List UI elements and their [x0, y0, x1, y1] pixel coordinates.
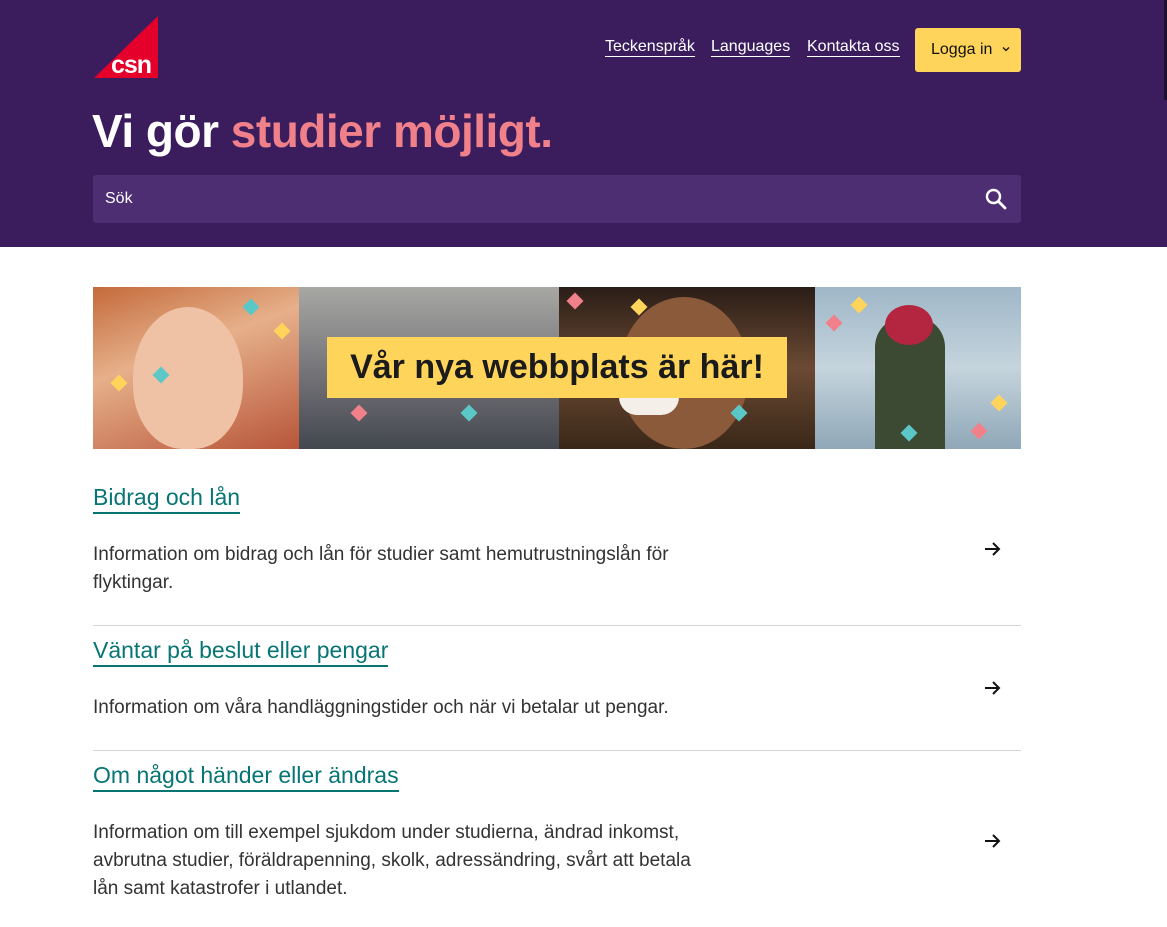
item-title-link[interactable]: Om något händer eller ändras: [93, 761, 399, 792]
headline-white: Vi gör: [92, 105, 231, 157]
item-title-link[interactable]: Väntar på beslut eller pengar: [93, 636, 389, 667]
search-input[interactable]: [93, 175, 973, 223]
banner-photo-4: [815, 287, 1021, 449]
nav-link-teckensprak[interactable]: Teckenspråk: [605, 38, 695, 57]
login-label: Logga in: [931, 41, 993, 58]
item-description: Information om bidrag och lån för studie…: [93, 544, 669, 593]
arrow-right-icon: [985, 834, 1001, 848]
banner-face-1: [133, 307, 243, 449]
arrow-right-icon: [985, 681, 1001, 695]
banner-smile: [619, 397, 679, 415]
promo-banner[interactable]: Vår nya webbplats är här!: [93, 287, 1021, 449]
list-item[interactable]: Om något händer eller ändras Information…: [93, 761, 1021, 901]
headline-pink: studier möjligt.: [230, 105, 553, 157]
chevron-down-icon: [1002, 47, 1010, 52]
item-description: Information om till exempel sjukdom unde…: [93, 822, 691, 899]
page-headline: Vi gör studier möjligt.: [92, 104, 553, 158]
arrow-right-icon: [985, 542, 1001, 556]
banner-hair-4: [885, 305, 933, 345]
list-divider: [93, 625, 1021, 626]
nav-link-kontakta-oss[interactable]: Kontakta oss: [807, 38, 900, 57]
nav-link-languages[interactable]: Languages: [711, 38, 791, 57]
banner-label: Vår nya webbplats är här!: [327, 337, 787, 398]
csn-logo[interactable]: csn: [94, 16, 158, 78]
banner-photo-1: [93, 287, 299, 449]
list-item[interactable]: Bidrag och lån Information om bidrag och…: [93, 483, 1021, 596]
search-bar: [93, 175, 1021, 223]
search-icon[interactable]: [985, 188, 1007, 210]
login-button[interactable]: Logga in: [915, 28, 1021, 72]
item-description: Information om våra handläggningstider o…: [93, 697, 669, 718]
site-header: csn Teckenspråk Languages Kontakta oss L…: [0, 0, 1167, 247]
list-item[interactable]: Väntar på beslut eller pengar Informatio…: [93, 636, 1021, 726]
list-divider: [93, 750, 1021, 751]
item-title-link[interactable]: Bidrag och lån: [93, 483, 241, 514]
logo-text: csn: [111, 51, 151, 78]
